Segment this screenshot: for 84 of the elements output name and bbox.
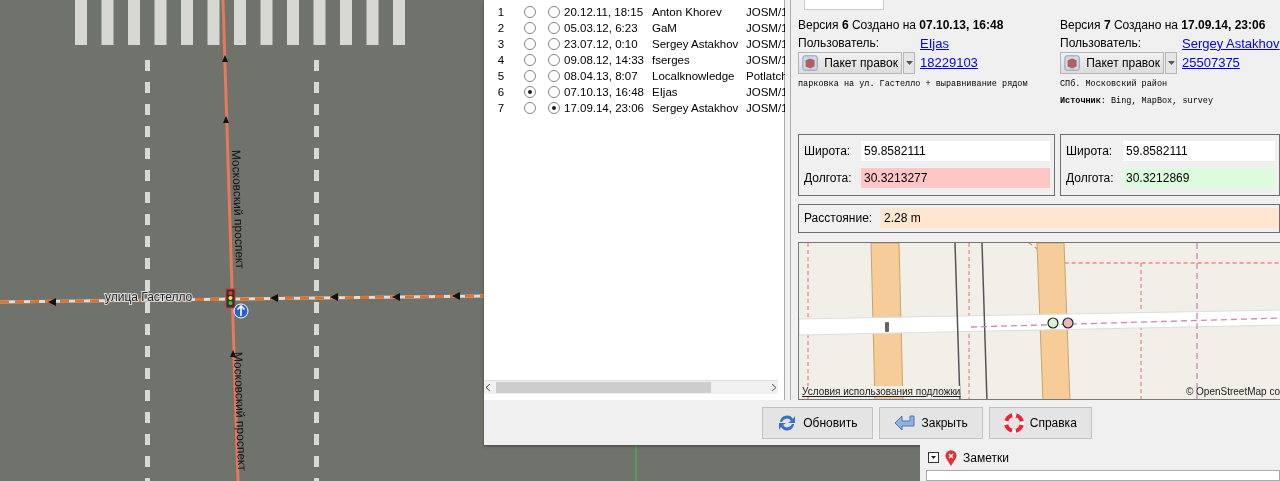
tab[interactable] xyxy=(804,0,884,10)
user-cell-text: Localknowledge xyxy=(652,70,736,82)
current-radio[interactable] xyxy=(548,38,560,50)
date-cell-text: 20.12.11, 18:15 xyxy=(564,6,645,18)
node-marker-icon xyxy=(1047,317,1074,329)
dialog-button[interactable]: Справка xyxy=(988,406,1092,439)
distance-field: 2.28 m xyxy=(880,208,1279,229)
arrow-sign-icon xyxy=(233,303,249,319)
return-arrow-icon xyxy=(893,413,916,432)
changeset-comment: парковка на ул. Гастелло + выравнивание рядом xyxy=(798,77,1029,91)
collapse-icon[interactable] xyxy=(928,452,939,463)
reference-radio[interactable] xyxy=(524,86,536,98)
coordinate-field: 30.3213277 xyxy=(861,168,1050,189)
version-number: 1 xyxy=(496,6,506,18)
changeset-source: Источник: Bing, MapBox, survey xyxy=(1060,94,1215,108)
coordinate-label: Широта: xyxy=(804,144,852,159)
current-radio[interactable] xyxy=(548,102,560,114)
street-label: Московский проспект xyxy=(231,351,250,472)
changeset-button[interactable]: Пакет правок xyxy=(798,51,902,74)
reference-radio[interactable] xyxy=(524,38,536,50)
map-pin-icon xyxy=(945,449,957,466)
date-cell-text: 05.03.12, 6:23 xyxy=(564,22,639,34)
coordinate-label: Широта: xyxy=(1066,144,1114,159)
dropdown-button[interactable] xyxy=(1165,51,1177,74)
current-radio[interactable] xyxy=(548,22,560,34)
user-link[interactable]: EIjas xyxy=(920,35,1060,51)
coordinate-field: 59.8582111 xyxy=(861,141,1050,162)
version-number: 6 xyxy=(496,86,506,98)
box-icon xyxy=(1064,53,1081,72)
reference-radio[interactable] xyxy=(524,22,536,34)
traffic-signal-icon xyxy=(225,288,236,309)
dialog-button[interactable]: Обновить xyxy=(762,406,873,439)
reference-radio[interactable] xyxy=(524,102,536,114)
editor-cell: Potlatch xyxy=(746,70,786,82)
user-cell-text: EIjas xyxy=(652,86,679,98)
user-cell-text: Sergey Astakhov xyxy=(652,38,740,50)
user-cell-text: Sergey Astakhov xyxy=(652,102,740,114)
caret-icon xyxy=(1167,60,1175,65)
coordinate-field: 59.8582111 xyxy=(1123,141,1275,162)
user-cell-text: GaM xyxy=(652,22,678,34)
reference-radio[interactable] xyxy=(524,6,536,18)
version-heading: Версия 6 Создано на 07.10.13, 16:48 xyxy=(798,17,1005,34)
coordinate-label: Долгота: xyxy=(1066,171,1115,186)
reference-radio[interactable] xyxy=(524,54,536,66)
coordinate-label: Долгота: xyxy=(804,171,853,186)
version-number: 7 xyxy=(496,102,506,114)
changeset-comment: СПб. Московский район xyxy=(1060,77,1169,91)
changeset-link[interactable]: 25507375 xyxy=(1182,55,1280,71)
version-number: 2 xyxy=(496,22,506,34)
date-cell-text: 09.08.12, 14:33 xyxy=(564,54,645,66)
user-cell-text: fserges xyxy=(652,54,691,66)
scroll-left-icon[interactable] xyxy=(484,383,492,392)
current-radio[interactable] xyxy=(548,54,560,66)
current-radio[interactable] xyxy=(548,86,560,98)
map-attribution: © OpenStreetMap co xyxy=(1185,386,1280,397)
reference-radio[interactable] xyxy=(524,70,536,82)
changeset-link[interactable]: 18229103 xyxy=(920,55,1060,71)
scroll-right-icon[interactable] xyxy=(770,383,778,392)
horizontal-scrollbar[interactable] xyxy=(484,380,778,394)
date-cell-text: 23.07.12, 0:10 xyxy=(564,38,639,50)
dialog-button[interactable]: Закрыть xyxy=(878,406,983,439)
version-number: 4 xyxy=(496,54,506,66)
distance-label: Расстояние: xyxy=(804,211,874,226)
user-label: Пользователь: xyxy=(1060,36,1143,51)
date-cell-text: 07.10.13, 16:48 xyxy=(564,86,645,98)
user-cell-text: Anton Khorev xyxy=(652,6,723,18)
caret-icon xyxy=(905,60,913,65)
date-cell-text: 17.09.14, 23:06 xyxy=(564,102,645,114)
version-heading: Версия 7 Создано на 17.09.14, 23:06 xyxy=(1060,17,1267,34)
street-label: Московский проспект xyxy=(229,149,248,270)
current-radio[interactable] xyxy=(548,6,560,18)
current-radio[interactable] xyxy=(548,70,560,82)
panel-title: Заметки xyxy=(963,450,1009,465)
lifebuoy-icon xyxy=(1003,412,1024,433)
version-number: 3 xyxy=(496,38,506,50)
dropdown-button[interactable] xyxy=(903,51,915,74)
user-link[interactable]: Sergey Astakhov xyxy=(1182,35,1280,51)
coordinate-field: 30.3212869 xyxy=(1123,168,1275,189)
version-number: 5 xyxy=(496,70,506,82)
date-cell-text: 08.04.13, 8:07 xyxy=(564,70,639,82)
user-label: Пользователь: xyxy=(798,36,881,51)
imagery-terms-link[interactable]: Условия использования подложки xyxy=(802,386,961,397)
box-icon xyxy=(802,53,819,72)
changeset-button[interactable]: Пакет правок xyxy=(1060,51,1164,74)
